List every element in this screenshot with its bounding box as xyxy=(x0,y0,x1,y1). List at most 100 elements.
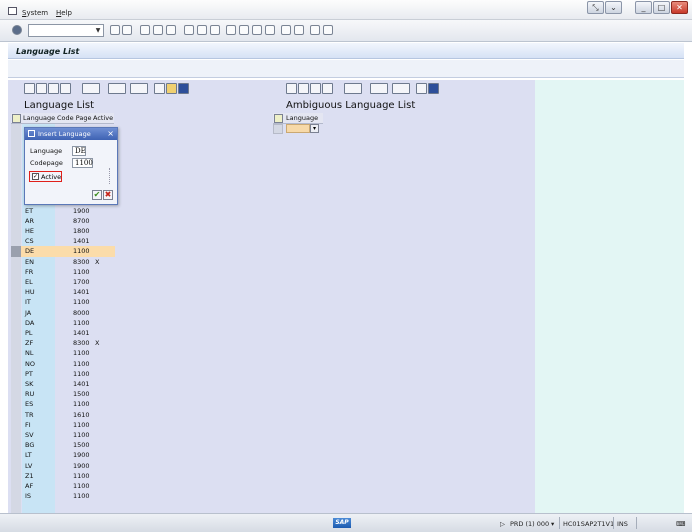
table-row[interactable]: IT 1100 xyxy=(11,297,115,307)
exit-icon[interactable] xyxy=(153,25,163,35)
next-page-icon[interactable] xyxy=(252,25,262,35)
export-icon[interactable] xyxy=(130,83,148,94)
shortcut-icon[interactable] xyxy=(294,25,304,35)
sort-desc-icon[interactable] xyxy=(60,83,71,94)
row-selector[interactable] xyxy=(11,471,21,481)
table-row[interactable]: IS 1100 xyxy=(11,491,115,501)
row-selector[interactable] xyxy=(11,450,21,460)
row-selector[interactable] xyxy=(11,410,21,420)
first-page-icon[interactable] xyxy=(226,25,236,35)
table-row[interactable]: BG 1500 xyxy=(11,440,115,450)
language-field[interactable]: DE xyxy=(72,146,86,156)
table-row[interactable]: FI 1100 xyxy=(11,420,115,430)
table-row[interactable]: TR 1610 xyxy=(11,410,115,420)
table-row[interactable]: PL 1401 xyxy=(11,328,115,338)
active-checkbox[interactable]: ✓ xyxy=(32,173,39,180)
row-selector[interactable] xyxy=(11,297,21,307)
row-selector[interactable] xyxy=(11,246,21,257)
row-selector[interactable] xyxy=(11,420,21,430)
play-icon[interactable]: ▷ xyxy=(500,520,505,528)
close-icon[interactable]: ✕ xyxy=(671,1,688,14)
row-selector[interactable] xyxy=(11,134,21,144)
row-selector[interactable] xyxy=(11,206,21,216)
sum-icon[interactable] xyxy=(344,83,362,94)
row-selector[interactable] xyxy=(11,491,21,501)
table-row[interactable]: LV 1900 xyxy=(11,461,115,471)
edit-icon[interactable] xyxy=(166,83,177,94)
row-selector[interactable] xyxy=(11,216,21,226)
export-icon[interactable] xyxy=(392,83,410,94)
table-row[interactable]: RU 1500 xyxy=(11,389,115,399)
row-selector[interactable] xyxy=(11,124,21,134)
details-icon[interactable] xyxy=(24,83,35,94)
sort-desc-icon[interactable] xyxy=(322,83,333,94)
select-all-icon[interactable] xyxy=(274,114,283,123)
back-icon[interactable] xyxy=(140,25,150,35)
codepage-field[interactable]: 1100 xyxy=(72,158,93,168)
customize-layout-icon[interactable]: ⤡ xyxy=(587,1,604,14)
command-field[interactable]: ▼ xyxy=(28,24,104,37)
row-selector[interactable] xyxy=(11,430,21,440)
table-row[interactable]: JA 8000 xyxy=(11,308,115,318)
table-row[interactable]: PT 1100 xyxy=(11,369,115,379)
row-selector[interactable] xyxy=(11,338,21,348)
row-selector[interactable] xyxy=(11,226,21,236)
layout-select-icon[interactable] xyxy=(416,83,427,94)
row-selector[interactable] xyxy=(11,399,21,409)
sort-asc-icon[interactable] xyxy=(48,83,59,94)
row-selector[interactable] xyxy=(11,195,21,205)
row-selector[interactable] xyxy=(11,369,21,379)
menu-system[interactable]: System xyxy=(22,9,48,17)
row-selector[interactable] xyxy=(11,236,21,246)
table-row[interactable]: EL 1700 xyxy=(11,277,115,287)
row-selector[interactable] xyxy=(11,144,21,154)
window-menu-icon[interactable] xyxy=(8,7,17,15)
layout-select-icon[interactable] xyxy=(154,83,165,94)
value-help-icon[interactable]: ▾ xyxy=(310,124,319,133)
row-selector[interactable] xyxy=(11,359,21,369)
dialog-close-icon[interactable]: × xyxy=(107,129,114,138)
details-icon[interactable] xyxy=(286,83,297,94)
system-dropdown-icon[interactable]: ▾ xyxy=(551,520,554,528)
row-selector[interactable] xyxy=(273,124,283,134)
row-selector[interactable] xyxy=(11,348,21,358)
print-preview-icon[interactable] xyxy=(108,83,126,94)
table-row[interactable]: CS 1401 xyxy=(11,236,115,246)
row-selector[interactable] xyxy=(11,481,21,491)
row-selector[interactable] xyxy=(11,185,21,195)
column-code-page[interactable]: Code Page xyxy=(57,114,91,122)
row-selector[interactable] xyxy=(11,379,21,389)
row-selector[interactable] xyxy=(11,461,21,471)
collapse-icon[interactable]: ⌄ xyxy=(605,1,622,14)
minimize-icon[interactable]: _ xyxy=(635,1,652,14)
info-icon[interactable] xyxy=(428,83,439,94)
table-row[interactable]: NL 1100 xyxy=(11,348,115,358)
table-row[interactable]: DA 1100 xyxy=(11,318,115,328)
table-row[interactable]: ET 1900 xyxy=(11,206,115,216)
table-row[interactable]: FR 1100 xyxy=(11,267,115,277)
table-row[interactable]: ZF 8300 X xyxy=(11,338,115,348)
previous-page-icon[interactable] xyxy=(239,25,249,35)
print-icon[interactable] xyxy=(184,25,194,35)
cancel-button[interactable]: ✖ xyxy=(103,190,113,200)
row-selector[interactable] xyxy=(11,155,21,165)
table-row[interactable]: EN 8300 X xyxy=(11,257,115,267)
select-all-icon[interactable] xyxy=(12,114,21,123)
table-row[interactable]: HU 1401 xyxy=(11,287,115,297)
row-selector[interactable] xyxy=(11,328,21,338)
table-row[interactable]: DE 1100 xyxy=(11,246,115,257)
new-session-icon[interactable] xyxy=(281,25,291,35)
command-dropdown-icon[interactable]: ▼ xyxy=(93,25,103,36)
maximize-icon[interactable]: □ xyxy=(653,1,670,14)
row-selector[interactable] xyxy=(11,440,21,450)
row-selector[interactable] xyxy=(11,389,21,399)
column-active[interactable]: Active xyxy=(93,114,113,122)
table-row[interactable]: AF 1100 xyxy=(11,481,115,491)
row-selector[interactable] xyxy=(11,287,21,297)
table-row[interactable]: LT 1900 xyxy=(11,450,115,460)
language-input[interactable] xyxy=(286,124,310,133)
row-selector[interactable] xyxy=(11,165,21,175)
row-selector[interactable] xyxy=(11,257,21,267)
back-arrow-icon[interactable] xyxy=(110,25,120,35)
table-row[interactable]: HE 1800 xyxy=(11,226,115,236)
